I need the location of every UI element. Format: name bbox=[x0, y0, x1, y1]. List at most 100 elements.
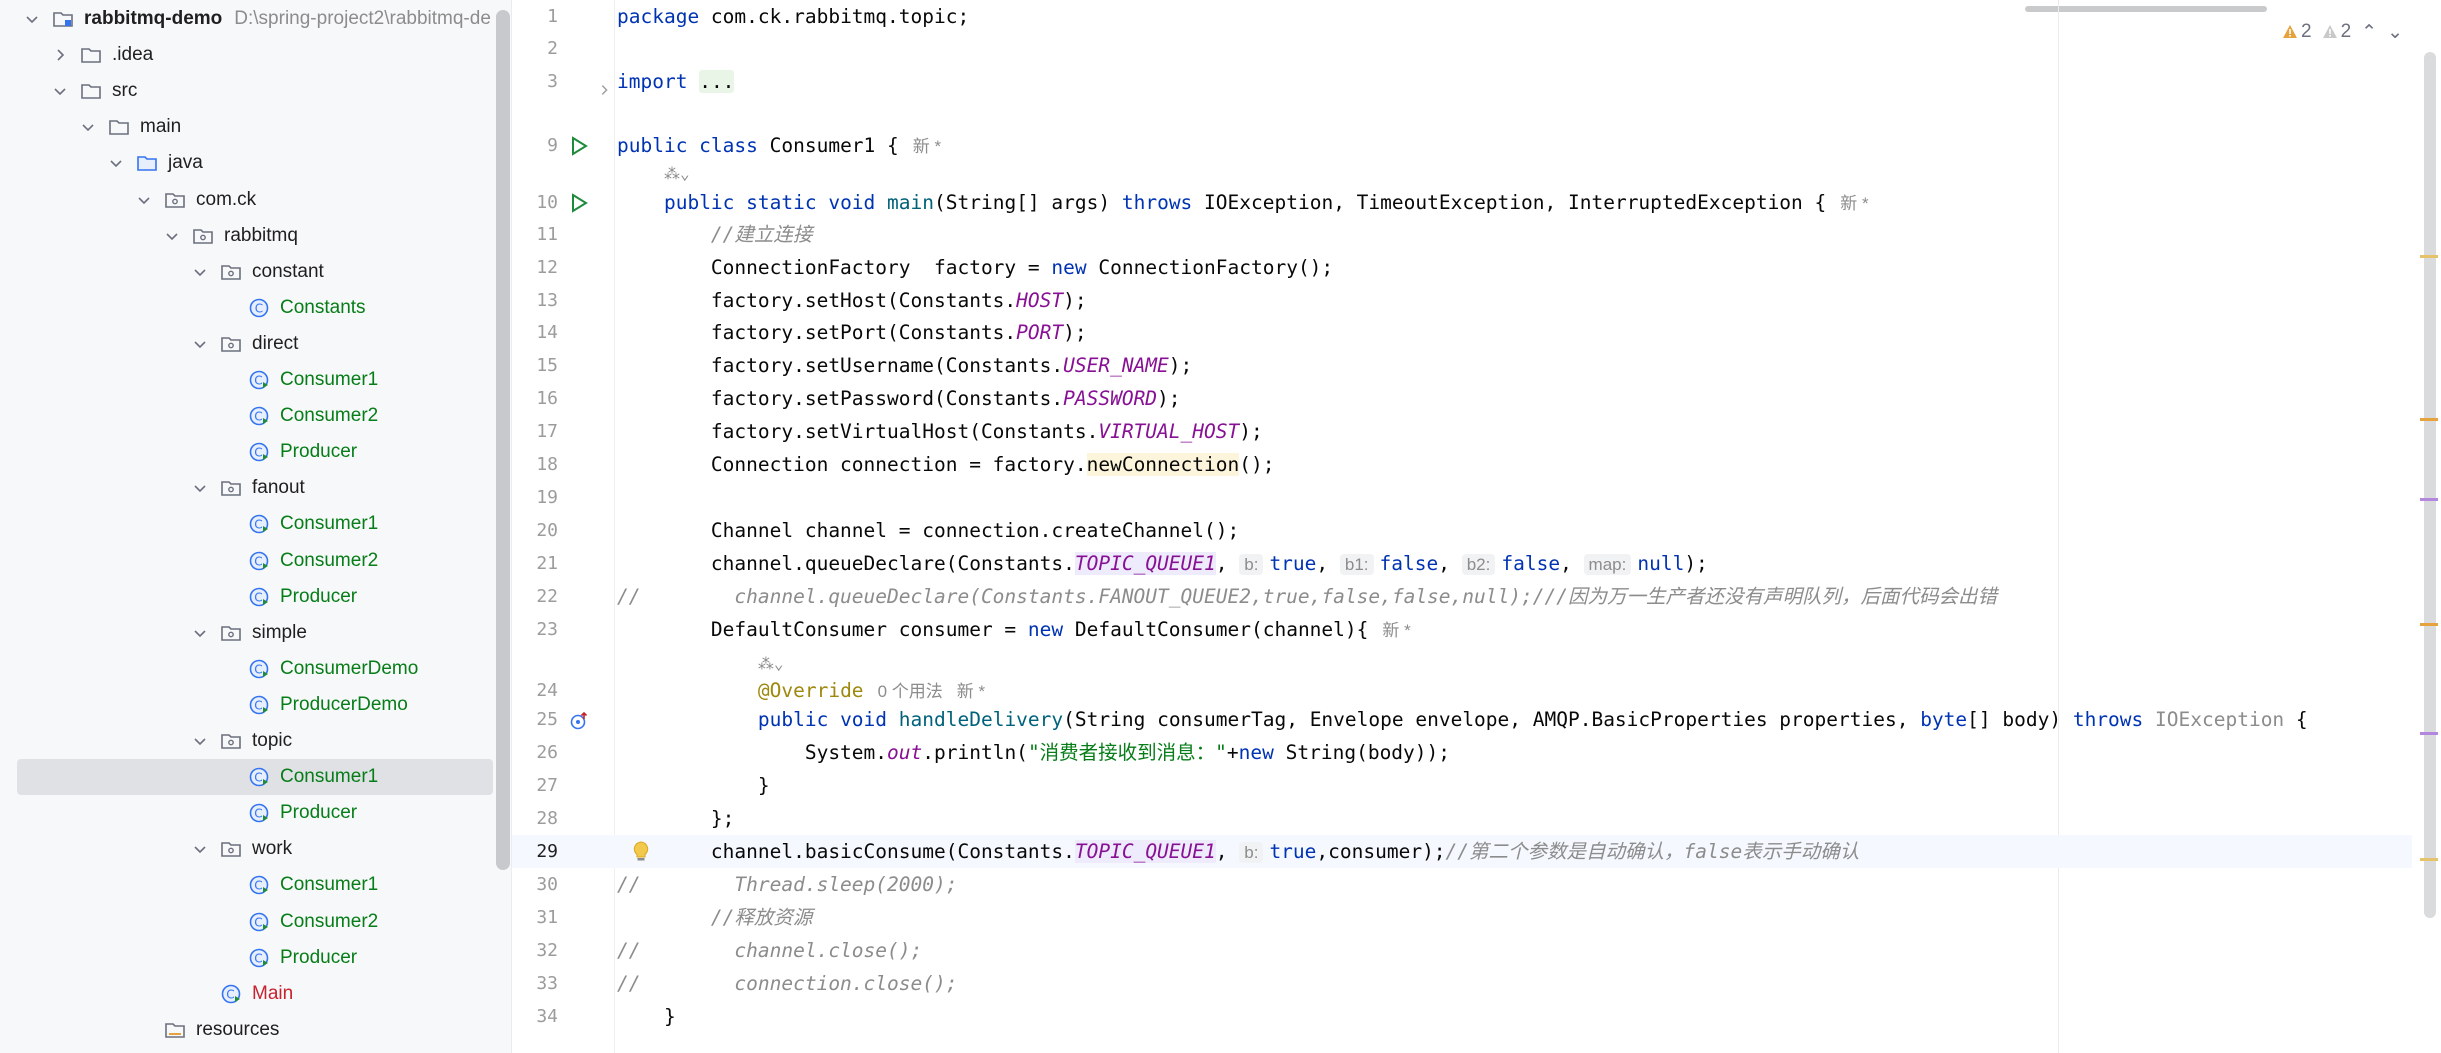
code-line[interactable]: 13 factory.setHost(Constants.HOST); bbox=[512, 284, 2412, 317]
chevron-down-icon[interactable] bbox=[192, 336, 208, 352]
inspection-widget[interactable]: 2 2 ⌃ ⌄ bbox=[2282, 18, 2403, 46]
chevron-down-icon[interactable] bbox=[80, 119, 96, 135]
tree-item-src[interactable]: src bbox=[0, 73, 511, 109]
svg-text:C: C bbox=[254, 915, 262, 929]
code-line[interactable]: 3 import ... bbox=[512, 65, 2412, 98]
code-line[interactable]: 2 bbox=[512, 32, 2412, 65]
tree-item-producer[interactable]: C Producer bbox=[0, 579, 511, 615]
tree-item-producerdemo[interactable]: C ProducerDemo bbox=[0, 687, 511, 723]
chevron-down-icon[interactable] bbox=[108, 155, 124, 171]
code-line[interactable]: 25 public void handleDelivery(String con… bbox=[512, 703, 2412, 736]
tree-item--idea[interactable]: .idea bbox=[0, 37, 511, 73]
tree-item-consumerdemo[interactable]: C ConsumerDemo bbox=[0, 651, 511, 687]
tree-item-consumer1[interactable]: C Consumer1 bbox=[0, 506, 511, 542]
tree-item-main[interactable]: C Main bbox=[0, 976, 511, 1012]
code-line[interactable]: 19 bbox=[512, 481, 2412, 514]
tree-item-consumer2[interactable]: C Consumer2 bbox=[0, 543, 511, 579]
chevron-down-icon[interactable] bbox=[192, 733, 208, 749]
chevron-down-icon[interactable] bbox=[164, 228, 180, 244]
scroll-marker[interactable] bbox=[2420, 498, 2438, 501]
code-line[interactable]: 28 }; bbox=[512, 802, 2412, 835]
tree-item-topic[interactable]: topic bbox=[0, 723, 511, 759]
tree-item-resources[interactable]: resources bbox=[0, 1012, 511, 1048]
project-tree-scrollbar[interactable] bbox=[496, 10, 510, 870]
chevron-down-icon[interactable] bbox=[192, 625, 208, 641]
warning-count-a[interactable]: 2 bbox=[2282, 21, 2312, 43]
chevron-down-icon[interactable] bbox=[24, 11, 40, 27]
chevron-down-icon[interactable] bbox=[192, 841, 208, 857]
code-line[interactable]: 20 Channel channel = connection.createCh… bbox=[512, 514, 2412, 547]
code-line[interactable]: 26 System.out.println("消费者接收到消息："+new St… bbox=[512, 736, 2412, 769]
run-gutter-icon[interactable] bbox=[568, 134, 590, 156]
tree-item-consumer2[interactable]: C Consumer2 bbox=[0, 904, 511, 940]
code-text: DefaultConsumer consumer = new DefaultCo… bbox=[617, 618, 1411, 641]
tree-item-fanout[interactable]: fanout bbox=[0, 470, 511, 506]
class-run-icon: C bbox=[248, 586, 270, 608]
code-line[interactable]: 32 // channel.close(); bbox=[512, 934, 2412, 967]
tree-item-consumer2[interactable]: C Consumer2 bbox=[0, 398, 511, 434]
chevron-up-icon[interactable]: ⌃ bbox=[2361, 21, 2377, 44]
code-line[interactable]: 34 } bbox=[512, 1000, 2412, 1033]
vertical-scrollbar[interactable] bbox=[2424, 52, 2436, 918]
project-tree[interactable]: rabbitmq-demo D:\spring-project2\rabbitmq… bbox=[0, 0, 511, 1053]
tree-item-java[interactable]: java bbox=[0, 145, 511, 181]
code-line[interactable]: 21 channel.queueDeclare(Constants.TOPIC_… bbox=[512, 547, 2412, 580]
code-line[interactable]: 1 package com.ck.rabbitmq.topic; bbox=[512, 0, 2412, 33]
tree-item-rabbitmq-demo[interactable]: rabbitmq-demo D:\spring-project2\rabbitmq… bbox=[0, 1, 511, 37]
chevron-down-icon[interactable] bbox=[136, 192, 152, 208]
tree-item-main[interactable]: main bbox=[0, 109, 511, 145]
line-number: 12 bbox=[536, 257, 558, 278]
code-line[interactable]: 10 public static void main(String[] args… bbox=[512, 186, 2412, 219]
code-text: channel.basicConsume(Constants.TOPIC_QUE… bbox=[617, 840, 1860, 863]
chevron-down-icon[interactable] bbox=[52, 83, 68, 99]
warning-count-b[interactable]: 2 bbox=[2322, 21, 2351, 43]
ai-assist-icon[interactable]: ⁂⌄ bbox=[617, 156, 690, 190]
tree-item-producer[interactable]: C Producer bbox=[0, 940, 511, 976]
code-text: // channel.queueDeclare(Constants.FANOUT… bbox=[617, 585, 1997, 608]
code-line[interactable]: 31 //释放资源 bbox=[512, 901, 2412, 934]
class-run-icon: C bbox=[248, 911, 270, 933]
code-line[interactable]: 18 Connection connection = factory.newCo… bbox=[512, 448, 2412, 481]
tree-item-com-ck[interactable]: com.ck bbox=[0, 182, 511, 218]
code-line[interactable]: 29 channel.basicConsume(Constants.TOPIC_… bbox=[512, 835, 2412, 868]
svg-text:C: C bbox=[254, 879, 262, 893]
code-line[interactable]: 15 factory.setUsername(Constants.USER_NA… bbox=[512, 349, 2412, 382]
scroll-marker[interactable] bbox=[2420, 858, 2438, 861]
tree-item-direct[interactable]: direct bbox=[0, 326, 511, 362]
code-line[interactable]: 12 ConnectionFactory factory = new Conne… bbox=[512, 251, 2412, 284]
run-gutter-icon[interactable] bbox=[568, 191, 590, 213]
code-line[interactable]: 23 DefaultConsumer consumer = new Defaul… bbox=[512, 613, 2412, 646]
code-line[interactable]: 11 //建立连接 bbox=[512, 218, 2412, 251]
code-editor[interactable]: 1 package com.ck.rabbitmq.topic; 2 3 import … bbox=[512, 0, 2441, 1053]
tree-item-producer[interactable]: C Producer bbox=[0, 434, 511, 470]
tree-item-constants[interactable]: C Constants bbox=[0, 290, 511, 326]
tree-item-rabbitmq[interactable]: rabbitmq bbox=[0, 218, 511, 254]
code-line[interactable]: 30 // Thread.sleep(2000); bbox=[512, 868, 2412, 901]
tree-item-producer[interactable]: C Producer bbox=[0, 795, 511, 831]
tree-item-constant[interactable]: constant bbox=[0, 254, 511, 290]
scroll-marker[interactable] bbox=[2420, 732, 2438, 735]
chevron-down-icon[interactable] bbox=[192, 264, 208, 280]
scroll-marker[interactable] bbox=[2420, 623, 2438, 626]
code-line[interactable]: ⁂⌄ bbox=[512, 156, 2412, 189]
code-line[interactable]: 22 // channel.queueDeclare(Constants.FANO… bbox=[512, 580, 2412, 613]
scroll-marker[interactable] bbox=[2420, 418, 2438, 421]
tree-item-work[interactable]: work bbox=[0, 831, 511, 867]
fold-chevron-icon[interactable] bbox=[597, 74, 611, 95]
tree-item-consumer1[interactable]: C Consumer1 bbox=[0, 867, 511, 903]
scroll-marker[interactable] bbox=[2420, 255, 2438, 258]
override-gutter-icon[interactable] bbox=[568, 709, 590, 731]
code-line[interactable]: 27 } bbox=[512, 769, 2412, 802]
code-line[interactable]: 14 factory.setPort(Constants.PORT); bbox=[512, 316, 2412, 349]
tree-item-consumer1[interactable]: C Consumer1 bbox=[0, 362, 511, 398]
chevron-down-icon[interactable] bbox=[192, 480, 208, 496]
tree-item-label: direct bbox=[252, 332, 299, 354]
tree-item-label: rabbitmq bbox=[224, 224, 298, 246]
code-line[interactable]: 17 factory.setVirtualHost(Constants.VIRT… bbox=[512, 415, 2412, 448]
chevron-right-icon[interactable] bbox=[52, 47, 68, 63]
code-line[interactable]: 16 factory.setPassword(Constants.PASSWOR… bbox=[512, 382, 2412, 415]
tree-item-consumer1[interactable]: C Consumer1 bbox=[17, 759, 493, 796]
chevron-down-icon[interactable]: ⌄ bbox=[2387, 21, 2403, 44]
tree-item-simple[interactable]: simple bbox=[0, 615, 511, 651]
code-line[interactable]: 33 // connection.close(); bbox=[512, 967, 2412, 1000]
